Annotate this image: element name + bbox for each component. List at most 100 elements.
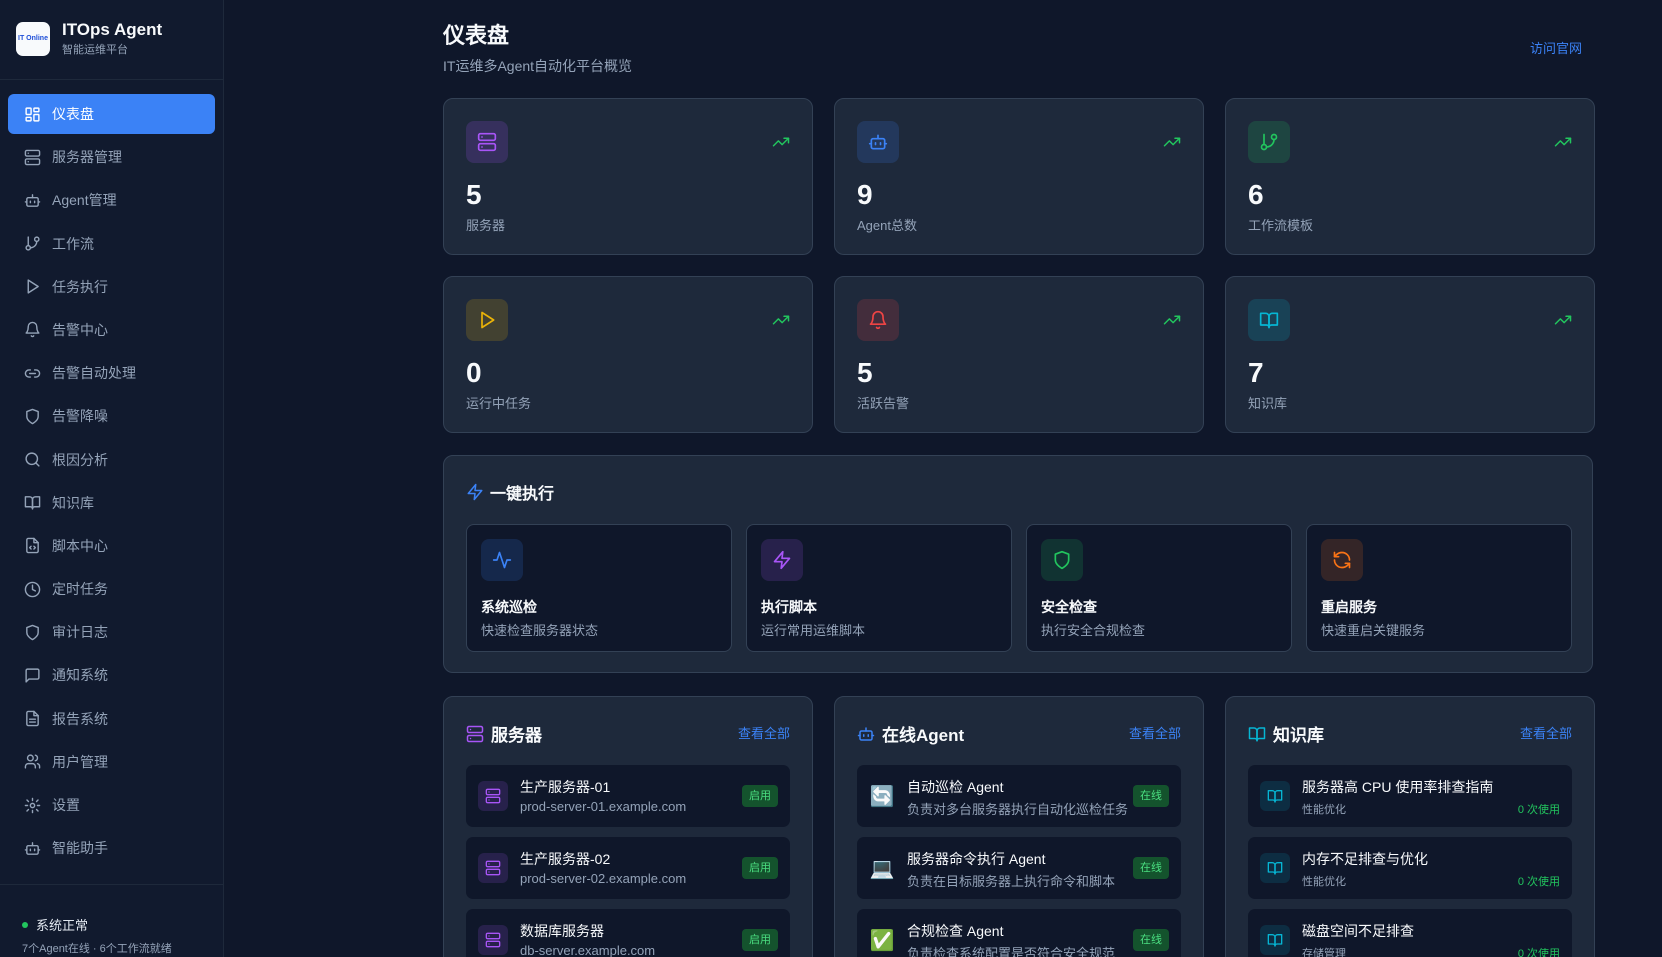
stat-card[interactable]: 5 服务器: [443, 98, 813, 255]
quick-action-card[interactable]: 执行脚本 运行常用运维脚本: [746, 524, 1012, 652]
knowledge-icon-box: [1260, 781, 1290, 811]
usage-count: 0 次使用: [1517, 876, 1560, 888]
trend-up-icon: [1163, 137, 1181, 147]
agent-name: 合规检查 Agent: [907, 923, 1004, 939]
sidebar-item-1[interactable]: 仪表盘: [8, 94, 215, 134]
agent-desc: 负责对多台服务器执行自动化巡检任务: [907, 802, 1129, 817]
quick-action-card[interactable]: 安全检查 执行安全合规检查: [1026, 524, 1292, 652]
agents-view-all-link[interactable]: 查看全部: [1129, 723, 1181, 742]
stat-value: 5: [857, 357, 873, 388]
quick-action-name: 执行脚本: [761, 599, 817, 615]
sidebar-item-label: 仪表盘: [52, 106, 94, 122]
server-icon-box: [478, 781, 508, 811]
server-row[interactable]: 生产服务器-01 prod-server-01.example.com 启用: [466, 765, 790, 827]
play-icon: [481, 311, 495, 329]
sidebar-item-7[interactable]: 告警自动处理: [8, 353, 215, 393]
server-icon: [485, 860, 501, 876]
agent-row[interactable]: 🔄 自动巡检 Agent 负责对多台服务器执行自动化巡检任务 在线: [857, 765, 1181, 827]
status-badge: 启用: [742, 857, 778, 879]
status-badge: 启用: [742, 785, 778, 807]
stat-card[interactable]: 9 Agent总数: [834, 98, 1204, 255]
knowledge-row[interactable]: 磁盘空间不足排查 存储管理 0 次使用: [1248, 909, 1572, 957]
sidebar-item-label: Agent管理: [52, 192, 117, 209]
agent-row[interactable]: ✅ 合规检查 Agent 负责检查系统配置是否符合安全规范 在线: [857, 909, 1181, 957]
sidebar-item-15[interactable]: 报告系统: [8, 699, 215, 739]
sidebar-item-18[interactable]: 智能助手: [8, 828, 215, 868]
sidebar-item-label: 脚本中心: [52, 537, 108, 554]
servers-view-all-link[interactable]: 查看全部: [738, 723, 790, 742]
book-icon: [1259, 312, 1279, 329]
sidebar-item-11[interactable]: 脚本中心: [8, 526, 215, 566]
trend-up-icon: [772, 137, 790, 147]
knowledge-title: 服务器高 CPU 使用率排查指南: [1302, 779, 1494, 795]
sidebar-item-16[interactable]: 用户管理: [8, 742, 215, 782]
quick-action-card[interactable]: 重启服务 快速重启关键服务: [1306, 524, 1572, 652]
knowledge-panel-title: 知识库: [1248, 721, 1324, 746]
sidebar-item-17[interactable]: 设置: [8, 785, 215, 825]
sidebar-item-2[interactable]: 服务器管理: [8, 137, 215, 177]
book-icon: [1267, 934, 1283, 947]
stat-icon-box: [1248, 121, 1290, 163]
stat-card[interactable]: 5 活跃告警: [834, 276, 1204, 433]
stat-card[interactable]: 0 运行中任务: [443, 276, 813, 433]
stat-label: 知识库: [1248, 396, 1288, 411]
servers-panel-title: 服务器: [466, 721, 542, 746]
link-icon: [24, 368, 41, 378]
server-name: 生产服务器-02: [520, 851, 611, 867]
sidebar-item-13[interactable]: 审计日志: [8, 612, 215, 652]
git-branch-icon: [1260, 133, 1278, 151]
quick-action-name: 重启服务: [1321, 599, 1377, 615]
sidebar-item-9[interactable]: 根因分析: [8, 440, 215, 480]
sidebar-item-6[interactable]: 告警中心: [8, 310, 215, 350]
agent-desc: 负责检查系统配置是否符合安全规范: [907, 946, 1116, 957]
sidebar-item-10[interactable]: 知识库: [8, 483, 215, 523]
sidebar-item-4[interactable]: 工作流: [8, 224, 215, 264]
sidebar-nav: 仪表盘服务器管理 Agent管理工作流 任务执行告警中心告警自动处理 告警降噪 根因分析…: [0, 80, 223, 871]
sidebar-item-label: 告警中心: [52, 321, 108, 338]
knowledge-title: 磁盘空间不足排查: [1302, 923, 1414, 939]
main-content: 仪表盘 IT运维多Agent自动化平台概览 访问官网 5 服务器 9 Agent总数 6…: [224, 0, 1662, 957]
knowledge-view-all-link[interactable]: 查看全部: [1520, 723, 1572, 742]
server-icon-box: [478, 925, 508, 955]
dashboard-icon: [25, 106, 40, 122]
logo-text: IT Online: [18, 35, 48, 42]
stat-icon-box: [466, 121, 508, 163]
activity-icon: [492, 551, 512, 569]
agent-name: 服务器命令执行 Agent: [907, 851, 1046, 867]
server-name: 数据库服务器: [520, 923, 604, 939]
stat-value: 5: [466, 179, 482, 210]
server-row[interactable]: 数据库服务器 db-server.example.com 启用: [466, 909, 790, 957]
server-icon-box: [478, 853, 508, 883]
sidebar-item-5[interactable]: 任务执行: [8, 267, 215, 307]
file-text-icon: [26, 710, 39, 727]
stat-icon-box: [466, 299, 508, 341]
visit-website-link[interactable]: 访问官网: [1530, 38, 1582, 57]
stat-value: 7: [1248, 357, 1264, 388]
stat-card[interactable]: 6 工作流模板: [1225, 98, 1595, 255]
stat-value: 9: [857, 179, 873, 210]
knowledge-row[interactable]: 服务器高 CPU 使用率排查指南 性能优化 0 次使用: [1248, 765, 1572, 827]
bot-icon: [868, 134, 888, 150]
quick-action-name: 安全检查: [1041, 599, 1097, 615]
sidebar: IT Online ITOps Agent 智能运维平台 仪表盘 服务器管理 Age…: [0, 0, 224, 957]
bell-icon: [25, 322, 40, 338]
stat-label: 工作流模板: [1248, 218, 1314, 233]
quick-action-card[interactable]: 系统巡检 快速检查服务器状态: [466, 524, 732, 652]
brand-subtitle: 智能运维平台: [62, 44, 128, 56]
sidebar-item-12[interactable]: 定时任务: [8, 569, 215, 609]
agents-panel-label: 在线Agent: [882, 726, 965, 745]
book-icon: [1248, 726, 1266, 741]
status-label: 系统正常: [36, 918, 89, 933]
sidebar-item-14[interactable]: 通知系统: [8, 655, 215, 695]
knowledge-row[interactable]: 内存不足排查与优化 性能优化 0 次使用: [1248, 837, 1572, 899]
sidebar-item-3[interactable]: Agent管理: [8, 180, 215, 220]
sidebar-item-8[interactable]: 告警降噪: [8, 396, 215, 436]
quick-actions-label: 一键执行: [490, 486, 555, 503]
server-row[interactable]: 生产服务器-02 prod-server-02.example.com 启用: [466, 837, 790, 899]
book-icon: [1267, 790, 1283, 803]
agent-row[interactable]: 💻 服务器命令执行 Agent 负责在目标服务器上执行命令和脚本 在线: [857, 837, 1181, 899]
bell-icon: [869, 310, 887, 330]
stat-card[interactable]: 7 知识库: [1225, 276, 1595, 433]
status-badge: 在线: [1133, 785, 1169, 807]
status-detail: 7个Agent在线 · 6个工作流就绪: [22, 943, 172, 955]
